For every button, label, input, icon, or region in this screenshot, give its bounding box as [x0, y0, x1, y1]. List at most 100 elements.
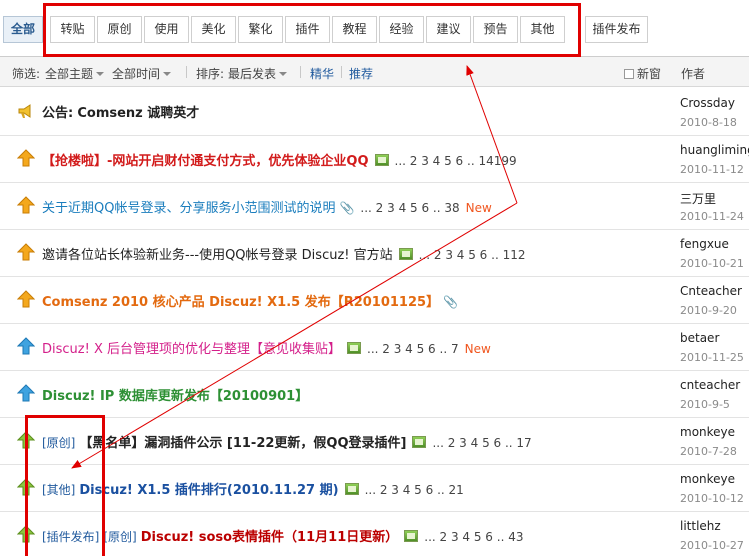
- thread-title-link[interactable]: 关于近期QQ帐号登录、分享服务小范围测试的说明: [42, 201, 335, 216]
- thread-date: 2010-9-5: [680, 398, 730, 411]
- chevron-down-icon: [163, 72, 172, 76]
- divider: [341, 66, 342, 78]
- attachment-clip-icon: 📎: [443, 295, 459, 309]
- thread-author[interactable]: huangliming: [680, 143, 749, 157]
- thread-pages[interactable]: ... 2 3 4 5 6 .. 43: [424, 530, 523, 544]
- thread-author[interactable]: fengxue: [680, 237, 729, 251]
- pinned-arrow-icon: [17, 243, 35, 261]
- table-row: 邀请各位站长体验新业务---使用QQ帐号登录 Discuz! 官方站 ... 2 …: [0, 231, 749, 277]
- filter-time-dropdown[interactable]: 全部时间: [112, 65, 172, 82]
- thread-author[interactable]: littlehz: [680, 519, 721, 533]
- thread-title-link[interactable]: 【抢楼啦】-网站开启财付通支付方式，优先体验企业QQ: [42, 154, 369, 169]
- filter-topic-label: 全部主题: [45, 67, 94, 81]
- checkbox-icon: [624, 69, 634, 79]
- thread-pages[interactable]: ... 2 3 4 5 6 .. 7: [367, 342, 459, 356]
- thread-title-link[interactable]: Discuz! X 后台管理项的优化与整理【意见收集贴】: [42, 342, 341, 357]
- pinned-arrow-icon: [17, 384, 35, 402]
- thread-title-link[interactable]: Discuz! X1.5 插件排行(2010.11.27 期): [79, 483, 338, 498]
- tab-beautify[interactable]: 美化: [191, 16, 236, 43]
- thread-pages[interactable]: ... 2 3 4 5 6 .. 17: [432, 436, 531, 450]
- thread-title-line: 邀请各位站长体验新业务---使用QQ帐号登录 Discuz! 官方站 ... 2 …: [42, 244, 525, 263]
- thread-type-link[interactable]: [原创]: [42, 436, 75, 450]
- tab-experience[interactable]: 经验: [379, 16, 424, 43]
- thread-title-link[interactable]: Discuz! IP 数据库更新发布【20100901】: [42, 389, 308, 404]
- thread-author[interactable]: monkeye: [680, 425, 735, 439]
- divider: [300, 66, 301, 78]
- table-row: 公告: Comsenz 诚聘英才 Crossday 2010-8-18: [0, 88, 749, 136]
- up-arrow-icon: [17, 431, 35, 449]
- tab-other[interactable]: 其他: [520, 16, 565, 43]
- author-header: 作者: [681, 67, 706, 81]
- thread-title-link[interactable]: 邀请各位站长体验新业务---使用QQ帐号登录 Discuz! 官方站: [42, 248, 393, 263]
- tab-suggestion[interactable]: 建议: [426, 16, 471, 43]
- divider: [186, 66, 187, 78]
- thread-author[interactable]: Crossday: [680, 96, 735, 110]
- announcement-prefix: 公告:: [42, 106, 74, 121]
- recommend-link[interactable]: 推荐: [349, 65, 373, 82]
- pinned-arrow-icon: [17, 149, 35, 167]
- thread-date: 2010-10-12: [680, 492, 744, 505]
- new-window-label: 新窗: [637, 67, 662, 81]
- thread-title-line: 公告: Comsenz 诚聘英才: [42, 102, 199, 121]
- tab-preview[interactable]: 预告: [473, 16, 518, 43]
- thread-author[interactable]: betaer: [680, 331, 719, 345]
- table-row: Discuz! IP 数据库更新发布【20100901】 cnteacher 2…: [0, 372, 749, 418]
- image-attachment-icon: [398, 248, 413, 260]
- new-window-toggle[interactable]: 新窗: [624, 65, 661, 82]
- thread-title-line: [插件发布] [原创] Discuz! soso表情插件（11月11日更新） ... …: [42, 526, 523, 545]
- thread-author[interactable]: 三万里: [680, 190, 716, 207]
- table-row: Comsenz 2010 核心产品 Discuz! X1.5 发布【R20101…: [0, 278, 749, 324]
- up-arrow-icon: [17, 525, 35, 543]
- thread-title-line: Discuz! X 后台管理项的优化与整理【意见收集贴】 ... 2 3 4 5 …: [42, 338, 491, 357]
- tab-original[interactable]: 原创: [97, 16, 142, 43]
- filter-prefix: 筛选:: [12, 67, 41, 81]
- tab-tutorial[interactable]: 教程: [332, 16, 377, 43]
- table-row: Discuz! X 后台管理项的优化与整理【意见收集贴】 ... 2 3 4 5 …: [0, 325, 749, 371]
- thread-author[interactable]: Cnteacher: [680, 284, 742, 298]
- thread-author[interactable]: monkeye: [680, 472, 735, 486]
- thread-title-link[interactable]: Discuz! soso表情插件（11月11日更新）: [141, 530, 399, 545]
- thread-author[interactable]: cnteacher: [680, 378, 740, 392]
- thread-title-line: [其他] Discuz! X1.5 插件排行(2010.11.27 期) ... 2…: [42, 479, 464, 498]
- thread-type-link[interactable]: [插件发布]: [42, 530, 99, 544]
- tab-plugin[interactable]: 插件: [285, 16, 330, 43]
- thread-pages[interactable]: ... 2 3 4 5 6 .. 38: [360, 201, 459, 215]
- thread-date: 2010-11-24: [680, 210, 744, 223]
- image-attachment-icon: [374, 154, 389, 166]
- new-badge: New: [464, 342, 491, 356]
- table-row: [插件发布] [原创] Discuz! soso表情插件（11月11日更新） ... …: [0, 513, 749, 556]
- tab-plugin-release[interactable]: 插件发布: [585, 16, 648, 43]
- thread-title-link[interactable]: Comsenz 诚聘英才: [77, 106, 199, 121]
- table-row: 【抢楼啦】-网站开启财付通支付方式，优先体验企业QQ ... 2 3 4 5 6 …: [0, 137, 749, 183]
- table-row: [原创] 【黑名单】漏洞插件公示 [11-22更新，假QQ登录插件] ... 2 3…: [0, 419, 749, 465]
- digest-link[interactable]: 精华: [310, 65, 334, 82]
- image-attachment-icon: [404, 530, 419, 542]
- tab-traditional[interactable]: 繁化: [238, 16, 283, 43]
- tab-usage[interactable]: 使用: [144, 16, 189, 43]
- thread-title-line: 关于近期QQ帐号登录、分享服务小范围测试的说明 📎 ... 2 3 4 5 6 ..…: [42, 197, 492, 216]
- thread-date: 2010-11-25: [680, 351, 744, 364]
- thread-title-link[interactable]: 【黑名单】漏洞插件公示 [11-22更新，假QQ登录插件]: [79, 436, 406, 451]
- filter-topic-dropdown[interactable]: 全部主题: [45, 65, 105, 82]
- chevron-down-icon: [96, 72, 105, 76]
- filter-time-label: 全部时间: [112, 67, 161, 81]
- thread-date: 2010-7-28: [680, 445, 737, 458]
- up-arrow-icon: [17, 478, 35, 496]
- table-row: 关于近期QQ帐号登录、分享服务小范围测试的说明 📎 ... 2 3 4 5 6 ..…: [0, 184, 749, 230]
- thread-pages[interactable]: ... 2 3 4 5 6 .. 112: [419, 248, 526, 262]
- thread-title-link[interactable]: Comsenz 2010 核心产品 Discuz! X1.5 发布【R20101…: [42, 295, 439, 310]
- image-attachment-icon: [344, 483, 359, 495]
- thread-pages[interactable]: ... 2 3 4 5 6 .. 14199: [395, 154, 517, 168]
- thread-pages[interactable]: ... 2 3 4 5 6 .. 21: [365, 483, 464, 497]
- thread-type-link[interactable]: [其他]: [42, 483, 75, 497]
- thread-date: 2010-9-20: [680, 304, 737, 317]
- thread-type-link-secondary[interactable]: [原创]: [103, 530, 136, 544]
- pinned-arrow-icon: [17, 290, 35, 308]
- thread-date: 2010-8-18: [680, 116, 737, 129]
- thread-title-line: Discuz! IP 数据库更新发布【20100901】: [42, 385, 308, 404]
- thread-date: 2010-11-12: [680, 163, 744, 176]
- sort-label: 最后发表: [228, 67, 277, 81]
- sort-dropdown[interactable]: 最后发表: [228, 65, 288, 82]
- tab-all[interactable]: 全部: [3, 16, 43, 43]
- tab-repost[interactable]: 转贴: [50, 16, 95, 43]
